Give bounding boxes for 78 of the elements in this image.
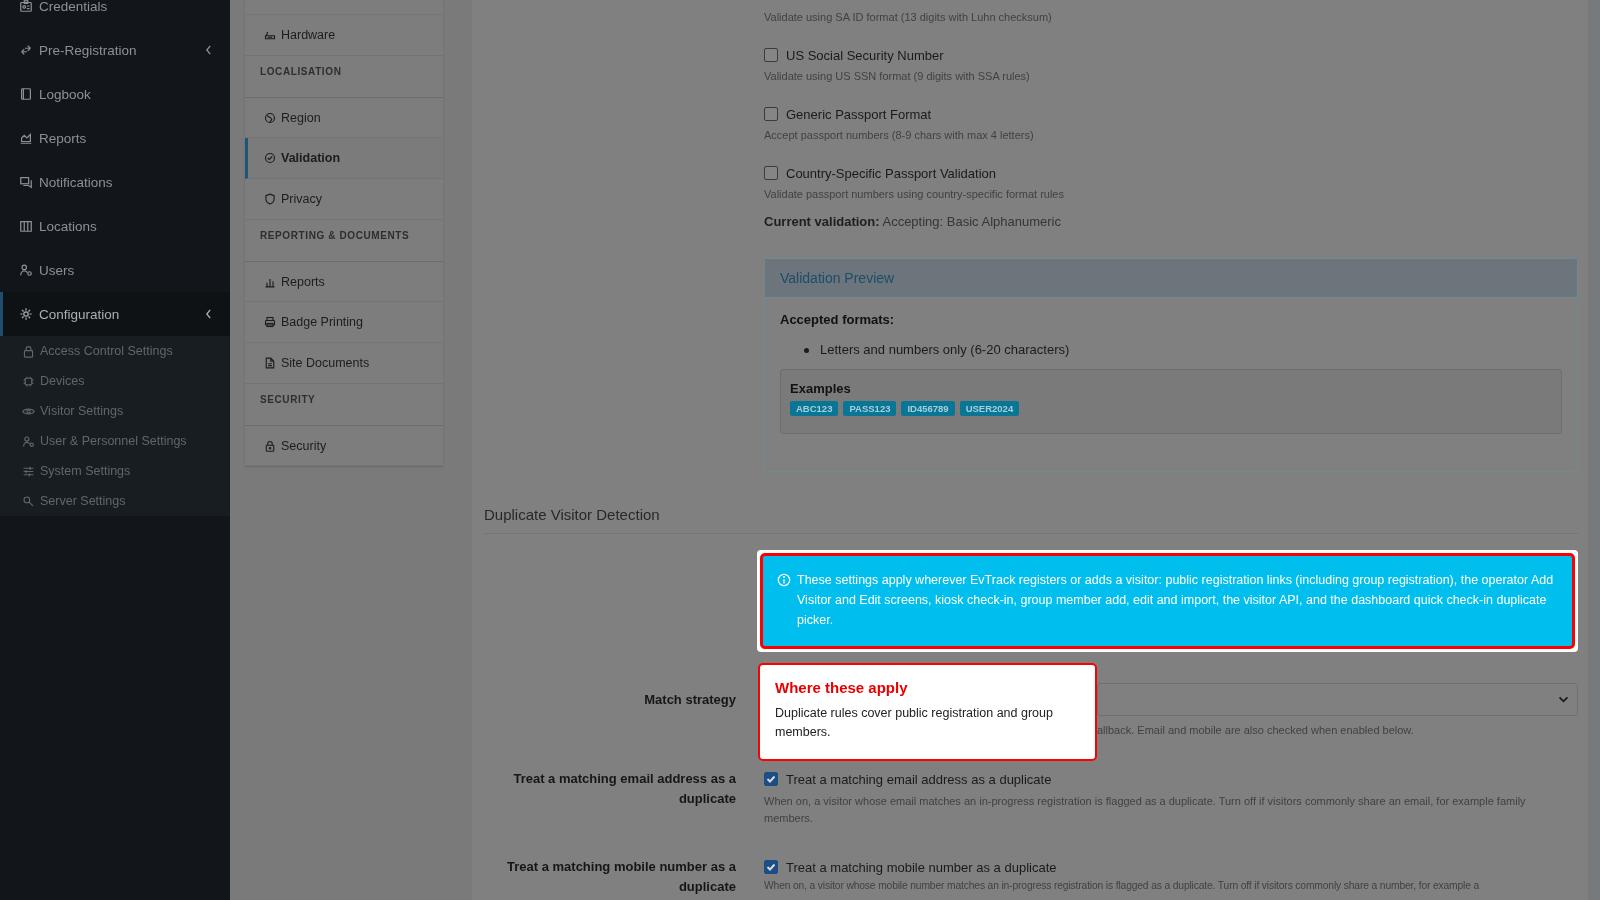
section-title: Duplicate Visitor Detection [484, 506, 1578, 534]
sidebar-item[interactable]: Reports [0, 116, 230, 160]
checkbox[interactable] [764, 772, 778, 786]
checkbox-label[interactable]: US Social Security Number [786, 47, 944, 63]
shield-icon [264, 193, 276, 205]
settings-nav-item[interactable]: Badge Printing [245, 302, 443, 343]
help-text: Validate using US SSN format (9 digits with SSA rules) [764, 69, 1031, 84]
tooltip-text: Duplicate rules cover public registration and group members. [775, 705, 1054, 741]
field-label: Treat a matching email address as a duplicate [512, 770, 737, 808]
sidebar-item[interactable]: Configuration [0, 292, 230, 336]
sidebar-item[interactable]: Notifications [0, 160, 230, 204]
example-badge: ID456789 [901, 401, 955, 416]
help-text: Validate using SA ID format (13 digits with Luhn checksum) [764, 10, 1053, 25]
settings-nav-item[interactable]: Privacy [245, 179, 443, 220]
example-badge: USER2024 [959, 401, 1020, 416]
examples-heading: Examples [790, 381, 852, 396]
submenu-item[interactable]: System Settings [0, 456, 230, 486]
lock-icon [22, 344, 35, 358]
formats-heading: Accepted formats: [780, 312, 896, 327]
chart-icon [19, 131, 33, 145]
settings-nav-item[interactable]: Hardware [245, 15, 443, 56]
tooltip-title: Where these apply [775, 679, 909, 696]
field-label: Match strategy [643, 691, 737, 709]
sidebar-item[interactable]: Locations [0, 204, 230, 248]
submenu-item[interactable]: Access Control Settings [0, 336, 230, 366]
settings-nav-item[interactable]: Reports [245, 261, 443, 302]
sidebar-item[interactable]: Logbook [0, 72, 230, 116]
users-icon [22, 434, 35, 448]
printer-icon [264, 316, 276, 328]
help-text: Accept passport numbers (8-9 chars with max 4 letters) [764, 128, 1035, 143]
map-icon [19, 219, 33, 233]
bullet-icon [804, 347, 809, 353]
chip-icon [22, 374, 35, 388]
format-item: Letters and numbers only (6-20 characters) [820, 341, 1070, 359]
current-validation-text: Current validation: Accepting: Basic Alphanumeric [764, 214, 1062, 229]
sidebar-item[interactable]: Users [0, 248, 230, 292]
checkbox[interactable] [764, 166, 778, 180]
example-badge: ABC123 [790, 401, 839, 416]
info-text: These settings apply wherever EvTrack registers or adds a visitor: public registration links (including group registration), the operator Add Visitor and Edit screens, kiosk check-in, group member add, edit and import, the visitor API, and the dashboard quick check-in duplicate picker. [797, 572, 1555, 629]
checkbox-label[interactable]: Treat a matching mobile number as a duplicate [786, 859, 1057, 875]
settings-nav-item[interactable]: Security [245, 425, 443, 466]
users-icon [19, 263, 33, 277]
nav-section-heading: LOCALISATION [259, 65, 343, 79]
id-card-icon [19, 0, 33, 13]
checkbox[interactable] [764, 860, 778, 874]
globe-icon [264, 111, 276, 124]
submenu-item[interactable]: Devices [0, 366, 230, 396]
document-icon [264, 357, 276, 369]
gear-icon [19, 307, 33, 321]
lock-icon [264, 439, 276, 452]
submenu-item[interactable]: User & Personnel Settings [0, 426, 230, 456]
preview-title: Validation Preview [780, 270, 895, 286]
sidebar-item[interactable]: Credentials [0, 0, 230, 28]
scanner-icon [264, 29, 276, 41]
select-field[interactable] [1097, 683, 1578, 716]
chat-icon [19, 175, 33, 189]
nav-section-heading: SECURITY [259, 393, 317, 407]
checkbox[interactable] [764, 107, 778, 121]
check-circle-icon [264, 152, 276, 164]
checkbox-label[interactable]: Generic Passport Format [786, 106, 932, 122]
checkbox[interactable] [764, 48, 778, 62]
settings-nav-item[interactable]: Validation [245, 138, 443, 179]
submenu-item[interactable]: Visitor Settings [0, 396, 230, 426]
sliders-icon [22, 464, 35, 478]
arrows-icon [19, 43, 33, 57]
field-label: Treat a matching mobile number as a duplicate [506, 858, 737, 896]
help-text: allback. Email and mobile are also checked when enabled below. [1097, 723, 1415, 738]
book-icon [19, 87, 33, 101]
sidebar-item[interactable]: Pre-Registration [0, 28, 230, 72]
nav-section-heading: REPORTING & DOCUMENTS [259, 229, 411, 243]
checkbox-label[interactable]: Treat a matching email address as a duplicate [786, 771, 1052, 787]
checkbox-label[interactable]: Country-Specific Passport Validation [786, 165, 997, 181]
settings-nav-item[interactable]: Site Documents [245, 343, 443, 384]
info-icon [777, 573, 791, 587]
help-text: Validate passport numbers using country-specific format rules [764, 187, 1065, 202]
example-badge: PASS123 [843, 401, 897, 416]
submenu-item[interactable]: Server Settings [0, 486, 230, 516]
chevron-down-icon [1558, 696, 1569, 703]
